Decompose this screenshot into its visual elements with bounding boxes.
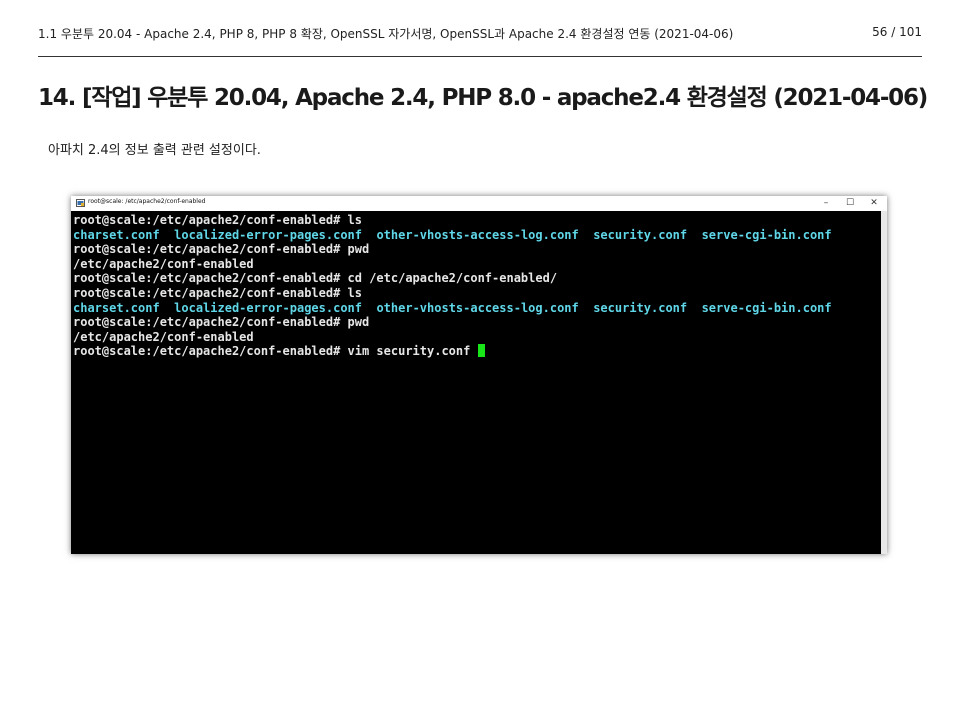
terminal-output: root@scale:/etc/apache2/conf-enabled# ls…: [73, 213, 881, 552]
ls-file-entry: localized-error-pages.conf: [174, 227, 362, 242]
minimize-icon: –: [823, 198, 829, 208]
terminal-line: /etc/apache2/conf-enabled: [73, 330, 881, 345]
terminal-line-text: root@scale:/etc/apache2/conf-enabled# ls: [73, 213, 362, 227]
terminal-line: root@scale:/etc/apache2/conf-enabled# pw…: [73, 242, 881, 257]
terminal-line-text: /etc/apache2/conf-enabled: [73, 256, 254, 271]
ls-file-entry: charset.conf: [73, 227, 160, 242]
terminal-line-text: root@scale:/etc/apache2/conf-enabled# vi…: [73, 344, 478, 359]
maximize-icon: ☐: [845, 198, 855, 208]
terminal-scrollbar: [881, 211, 887, 554]
terminal-line-text: /etc/apache2/conf-enabled: [73, 329, 254, 344]
terminal-cursor: [477, 344, 485, 358]
terminal-line: charset.conf localized-error-pages.conf …: [73, 301, 881, 316]
terminal-window-title: root@scale: /etc/apache2/conf-enabled: [88, 198, 206, 205]
terminal-line: root@scale:/etc/apache2/conf-enabled# ls: [73, 286, 881, 301]
terminal-line: root@scale:/etc/apache2/conf-enabled# pw…: [73, 315, 881, 330]
terminal-titlebar: root@scale: /etc/apache2/conf-enabled – …: [71, 196, 887, 211]
terminal-line: root@scale:/etc/apache2/conf-enabled# vi…: [73, 344, 881, 359]
running-header: 1.1 우분투 20.04 - Apache 2.4, PHP 8, PHP 8…: [38, 25, 922, 45]
ls-file-entry: security.conf: [593, 227, 688, 242]
terminal-line-text: root@scale:/etc/apache2/conf-enabled# pw…: [73, 315, 370, 330]
ls-file-entry: serve-cgi-bin.conf: [701, 300, 832, 315]
terminal-line: root@scale:/etc/apache2/conf-enabled# ls: [73, 213, 881, 228]
page-number: 56 / 101: [872, 25, 922, 39]
header-divider: [38, 56, 922, 57]
terminal-line-text: root@scale:/etc/apache2/conf-enabled# ls: [73, 285, 362, 300]
terminal-screenshot: root@scale: /etc/apache2/conf-enabled – …: [71, 196, 887, 554]
terminal-line: /etc/apache2/conf-enabled: [73, 257, 881, 272]
ls-file-entry: other-vhosts-access-log.conf: [376, 227, 579, 242]
terminal-line: root@scale:/etc/apache2/conf-enabled# cd…: [73, 271, 881, 286]
terminal-line-text: root@scale:/etc/apache2/conf-enabled# cd…: [73, 271, 558, 286]
close-icon: ✕: [870, 198, 878, 208]
ls-file-entry: localized-error-pages.conf: [174, 300, 362, 315]
ls-file-entry: serve-cgi-bin.conf: [701, 227, 832, 242]
terminal-line: charset.conf localized-error-pages.conf …: [73, 228, 881, 243]
page-title: 14. [작업] 우분투 20.04, Apache 2.4, PHP 8.0 …: [38, 85, 928, 111]
terminal-app-icon: [76, 199, 85, 207]
ls-file-entry: charset.conf: [73, 300, 160, 315]
running-title: 1.1 우분투 20.04 - Apache 2.4, PHP 8, PHP 8…: [38, 27, 734, 41]
terminal-line-text: root@scale:/etc/apache2/conf-enabled# pw…: [73, 242, 370, 257]
ls-file-entry: security.conf: [593, 300, 688, 315]
ls-file-entry: other-vhosts-access-log.conf: [376, 300, 579, 315]
description-text: 아파치 2.4의 정보 출력 관련 설정이다.: [48, 143, 261, 158]
